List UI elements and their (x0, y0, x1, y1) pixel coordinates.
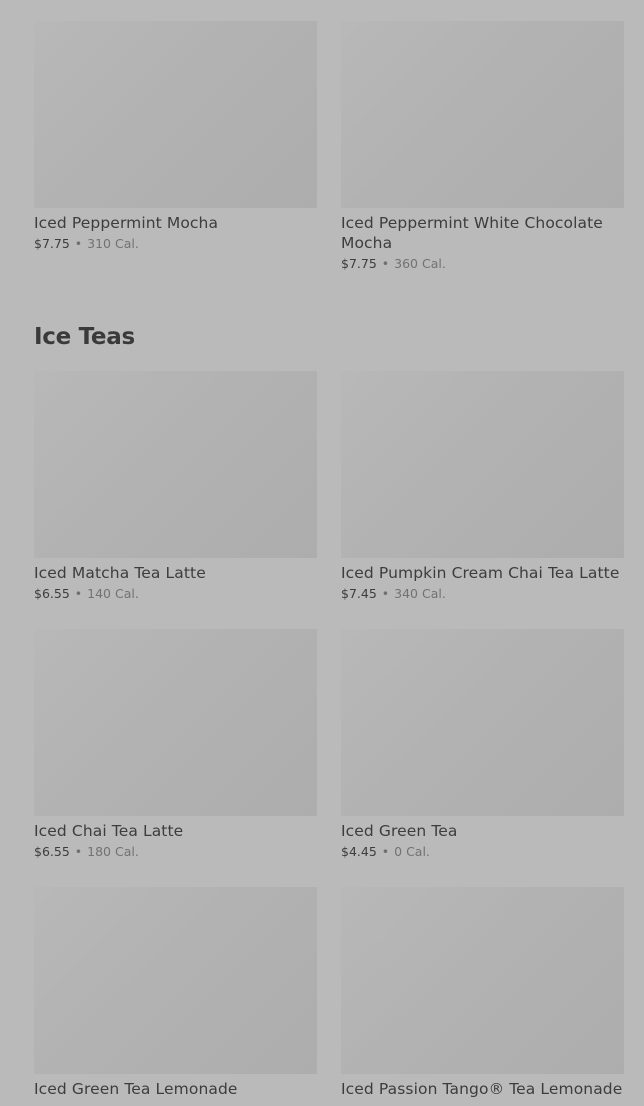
product-calories: 180 Cal. (87, 844, 139, 859)
meta-separator: • (74, 586, 83, 601)
meta-separator: • (74, 844, 83, 859)
product-image[interactable] (341, 21, 624, 208)
menu-item-card[interactable]: Iced Peppermint Mocha $7.75 • 310 Cal. (34, 21, 317, 252)
product-calories: 0 Cal. (394, 844, 430, 859)
product-meta: $7.75 • 360 Cal. (341, 255, 624, 272)
product-price: $7.75 (341, 256, 377, 271)
product-name[interactable]: Iced Peppermint Mocha (34, 213, 317, 233)
meta-separator: • (381, 256, 390, 271)
product-price: $6.55 (34, 844, 70, 859)
product-name[interactable]: Iced Green Tea Lemonade (34, 1079, 317, 1099)
product-name[interactable]: Iced Passion Tango® Tea Lemonade (341, 1079, 624, 1099)
menu-item-card[interactable]: Iced Green Tea Lemonade (34, 887, 317, 1099)
product-price: $7.75 (34, 236, 70, 251)
product-image[interactable] (34, 629, 317, 816)
meta-separator: • (381, 844, 390, 859)
menu-item-card[interactable]: Iced Passion Tango® Tea Lemonade (341, 887, 624, 1099)
product-image[interactable] (34, 21, 317, 208)
product-price: $4.45 (341, 844, 377, 859)
product-name[interactable]: Iced Chai Tea Latte (34, 821, 317, 841)
menu-item-card[interactable]: Iced Matcha Tea Latte $6.55 • 140 Cal. (34, 371, 317, 602)
product-meta: $4.45 • 0 Cal. (341, 843, 624, 860)
product-price: $6.55 (34, 586, 70, 601)
menu-item-card[interactable]: Iced Green Tea $4.45 • 0 Cal. (341, 629, 624, 860)
product-name[interactable]: Iced Green Tea (341, 821, 624, 841)
product-meta: $7.75 • 310 Cal. (34, 235, 317, 252)
menu-item-card[interactable]: Iced Peppermint White Chocolate Mocha $7… (341, 21, 624, 272)
menu-page: Iced Peppermint Mocha $7.75 • 310 Cal. I… (0, 0, 644, 1106)
product-calories: 140 Cal. (87, 586, 139, 601)
meta-separator: • (74, 236, 83, 251)
product-calories: 310 Cal. (87, 236, 139, 251)
product-image[interactable] (34, 371, 317, 558)
menu-item-card[interactable]: Iced Pumpkin Cream Chai Tea Latte $7.45 … (341, 371, 624, 602)
product-image[interactable] (341, 629, 624, 816)
product-calories: 360 Cal. (394, 256, 446, 271)
product-name[interactable]: Iced Matcha Tea Latte (34, 563, 317, 583)
product-meta: $6.55 • 140 Cal. (34, 585, 317, 602)
product-meta: $6.55 • 180 Cal. (34, 843, 317, 860)
product-name[interactable]: Iced Pumpkin Cream Chai Tea Latte (341, 563, 624, 583)
product-name[interactable]: Iced Peppermint White Chocolate Mocha (341, 213, 624, 253)
product-calories: 340 Cal. (394, 586, 446, 601)
section-title: Ice Teas (34, 324, 135, 350)
product-image[interactable] (341, 887, 624, 1074)
product-price: $7.45 (341, 586, 377, 601)
meta-separator: • (381, 586, 390, 601)
product-image[interactable] (34, 887, 317, 1074)
product-image[interactable] (341, 371, 624, 558)
product-meta: $7.45 • 340 Cal. (341, 585, 624, 602)
menu-item-card[interactable]: Iced Chai Tea Latte $6.55 • 180 Cal. (34, 629, 317, 860)
